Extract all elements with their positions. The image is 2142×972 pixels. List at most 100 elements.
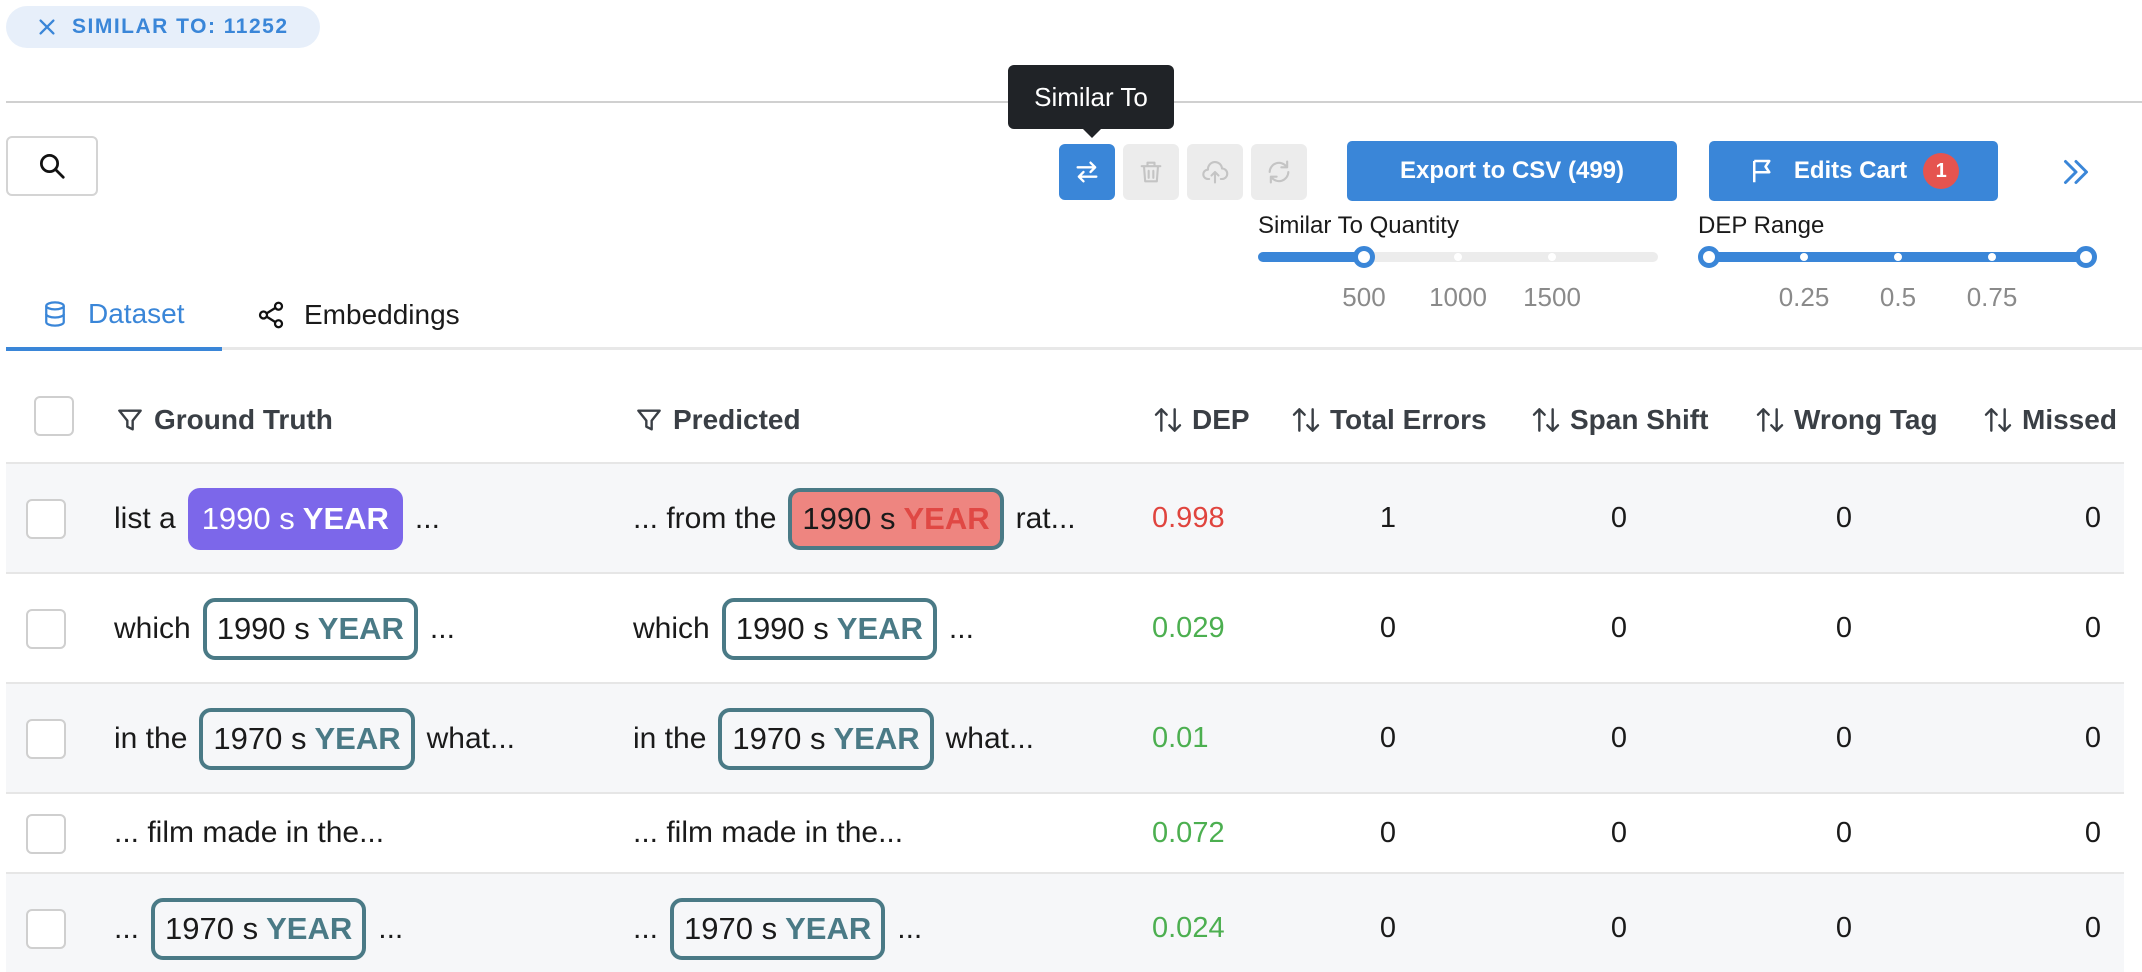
edits-cart-button[interactable]: Edits Cart 1 [1709, 141, 1998, 201]
filter-icon[interactable] [114, 404, 146, 436]
text-segment: ... [429, 612, 455, 645]
span-tag: YEAR [302, 501, 389, 536]
text-segment: ... film made in the... [114, 816, 385, 849]
dep-range-min-handle[interactable] [1698, 246, 1720, 268]
edits-cart-count-badge: 1 [1923, 153, 1960, 189]
select-all-checkbox[interactable] [34, 396, 74, 436]
span-text: 1990 s [216, 611, 310, 646]
close-icon[interactable] [36, 16, 58, 38]
similar-to-button[interactable] [1059, 144, 1115, 200]
tab-embeddings[interactable]: Embeddings [256, 280, 460, 350]
samples-table: Ground Truth Predicted DEP Total Errors … [6, 382, 2124, 972]
column-ground-truth[interactable]: Ground Truth [114, 404, 333, 436]
edits-cart-label: Edits Cart [1793, 157, 1908, 184]
sort-icon [1984, 408, 2012, 432]
ground-truth-cell: ... 1970 s YEAR ... [114, 898, 403, 960]
row-checkbox[interactable] [26, 499, 66, 539]
text-segment: ... [378, 912, 404, 945]
predicted-cell: which 1990 s YEAR ... [633, 598, 974, 660]
span-chip[interactable]: 1970 s YEAR [670, 898, 886, 960]
dep-value: 0.029 [1152, 612, 1225, 644]
span-chip[interactable]: 1970 s YEAR [718, 708, 934, 770]
total-errors-value: 0 [1379, 817, 1397, 849]
table-row[interactable]: which 1990 s YEAR ... which 1990 s YEAR ..… [6, 574, 2124, 684]
text-segment: ... [114, 912, 140, 945]
wrong-tag-value: 0 [1835, 502, 1853, 534]
tab-embeddings-label: Embeddings [304, 299, 460, 330]
ground-truth-cell: list a 1990 s YEAR ... [114, 488, 440, 550]
table-row[interactable]: list a 1990 s YEAR ... ... from the 1990 … [6, 464, 2124, 574]
export-csv-label: Export to CSV (499) [1399, 157, 1625, 184]
refresh-icon [1268, 160, 1290, 184]
span-tag: YEAR [833, 721, 920, 756]
span-chip[interactable]: 1990 s YEAR [202, 598, 418, 660]
filter-chip-label: SIMILAR TO: 11252 [72, 15, 289, 38]
column-dep[interactable]: DEP [1152, 404, 1250, 436]
span-chip[interactable]: 1990 s YEAR [788, 488, 1004, 550]
predicted-cell: ... from the 1990 s YEAR rat... [633, 488, 1076, 550]
dep-value: 0.072 [1152, 817, 1225, 849]
span-chip[interactable]: 1990 s YEAR [187, 488, 403, 550]
sort-icon [1154, 408, 1182, 432]
span-chip[interactable]: 1990 s YEAR [721, 598, 937, 660]
filter-icon[interactable] [633, 404, 665, 436]
row-checkbox[interactable] [26, 719, 66, 759]
column-label: Total Errors [1330, 404, 1487, 435]
missed-value: 0 [2084, 912, 2102, 944]
span-chip[interactable]: 1970 s YEAR [199, 708, 415, 770]
row-checkbox[interactable] [26, 609, 66, 649]
trash-icon [1140, 161, 1162, 183]
similar-to-tooltip: Similar To [1008, 65, 1174, 138]
row-checkbox[interactable] [26, 909, 66, 949]
table-row[interactable]: ... 1970 s YEAR ... ... 1970 s YEAR ... 0.… [6, 874, 2124, 972]
span-text: 1990 s [802, 501, 896, 536]
tab-dataset[interactable]: Dataset [6, 280, 222, 351]
column-wrong-tag[interactable]: Wrong Tag [1754, 404, 1938, 436]
table-header: Ground Truth Predicted DEP Total Errors … [6, 382, 2124, 464]
text-segment: ... film made in the... [633, 816, 904, 849]
table-row[interactable]: in the 1970 s YEAR what... in the 1970 sY… [6, 684, 2124, 794]
wrong-tag-value: 0 [1835, 817, 1853, 849]
text-segment: ... [633, 912, 659, 945]
chevrons-right-icon[interactable] [2058, 154, 2094, 190]
text-segment: ... [897, 912, 923, 945]
column-span-shift[interactable]: Span Shift [1530, 404, 1708, 436]
slider-tick [1894, 253, 1902, 261]
swap-arrows-icon [1076, 161, 1098, 183]
column-total-errors[interactable]: Total Errors [1290, 404, 1487, 436]
span-text: 1990 s [735, 611, 829, 646]
column-label: Wrong Tag [1794, 404, 1938, 435]
column-missed[interactable]: Missed [1982, 404, 2117, 436]
search-button[interactable] [6, 136, 98, 196]
column-label: Span Shift [1570, 404, 1709, 435]
span-text: 1970 s [684, 911, 778, 946]
text-segment: which [633, 612, 710, 645]
missed-value: 0 [2084, 722, 2102, 754]
span-tag: YEAR [785, 911, 872, 946]
reset-button[interactable] [1251, 144, 1307, 200]
missed-value: 0 [2084, 817, 2102, 849]
similar-to-quantity-handle[interactable] [1353, 246, 1375, 268]
span-chip[interactable]: 1970 s YEAR [151, 898, 367, 960]
text-segment: which [114, 612, 191, 645]
column-predicted[interactable]: Predicted [633, 404, 801, 436]
dep-value: 0.998 [1152, 502, 1225, 534]
dep-value: 0.024 [1152, 912, 1225, 944]
span-shift-value: 0 [1610, 502, 1628, 534]
delete-button[interactable] [1123, 144, 1179, 200]
wrong-tag-value: 0 [1835, 912, 1853, 944]
upload-button[interactable] [1187, 144, 1243, 200]
row-checkbox[interactable] [26, 814, 66, 854]
span-shift-value: 0 [1610, 612, 1628, 644]
wrong-tag-value: 0 [1835, 612, 1853, 644]
flag-icon [1752, 159, 1771, 183]
sort-icon [1292, 408, 1320, 432]
dep-range-max-handle[interactable] [2075, 246, 2097, 268]
text-segment: rat... [1015, 502, 1076, 535]
table-row[interactable]: ... film made in the... ... film made in… [6, 794, 2124, 874]
export-csv-button[interactable]: Export to CSV (499) [1347, 141, 1677, 201]
total-errors-value: 1 [1379, 502, 1397, 534]
span-shift-value: 0 [1610, 912, 1628, 944]
similar-to-filter-chip[interactable]: SIMILAR TO: 11252 [6, 6, 320, 48]
span-text: 1990 s [201, 501, 295, 536]
